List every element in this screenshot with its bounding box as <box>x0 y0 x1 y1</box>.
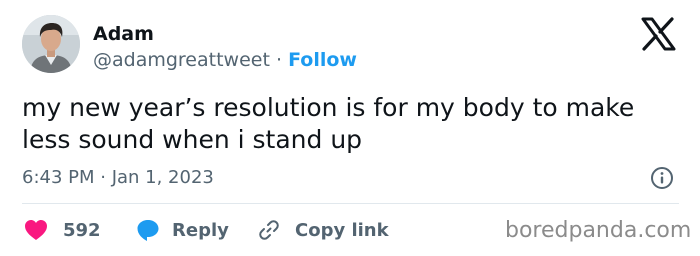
x-logo-icon[interactable] <box>639 16 677 52</box>
reply-label: Reply <box>172 219 229 241</box>
tweet-card: Adam @adamgreattweet · Follow my new yea… <box>0 0 700 256</box>
author-name[interactable]: Adam <box>93 22 154 46</box>
like-button[interactable]: 592 <box>24 216 101 244</box>
avatar[interactable] <box>22 15 80 73</box>
link-icon <box>257 218 281 242</box>
divider <box>22 203 679 204</box>
author-handle-line: @adamgreattweet · Follow <box>93 48 357 72</box>
tweet-text: my new year’s resolution is for my body … <box>22 93 635 154</box>
author-handle[interactable]: @adamgreattweet <box>93 49 270 71</box>
copy-link-button[interactable]: Copy link <box>257 216 389 244</box>
heart-icon <box>24 219 48 241</box>
copy-link-label: Copy link <box>295 219 389 241</box>
tweet-timestamp[interactable]: 6:43 PM · Jan 1, 2023 <box>22 166 214 190</box>
separator-dot: · <box>275 49 283 71</box>
info-icon[interactable] <box>650 166 674 190</box>
like-count: 592 <box>63 219 101 241</box>
speech-bubble-icon <box>136 218 160 242</box>
reply-button[interactable]: Reply <box>136 216 229 244</box>
follow-button[interactable]: Follow <box>288 49 357 71</box>
watermark: boredpanda.com <box>505 218 692 243</box>
